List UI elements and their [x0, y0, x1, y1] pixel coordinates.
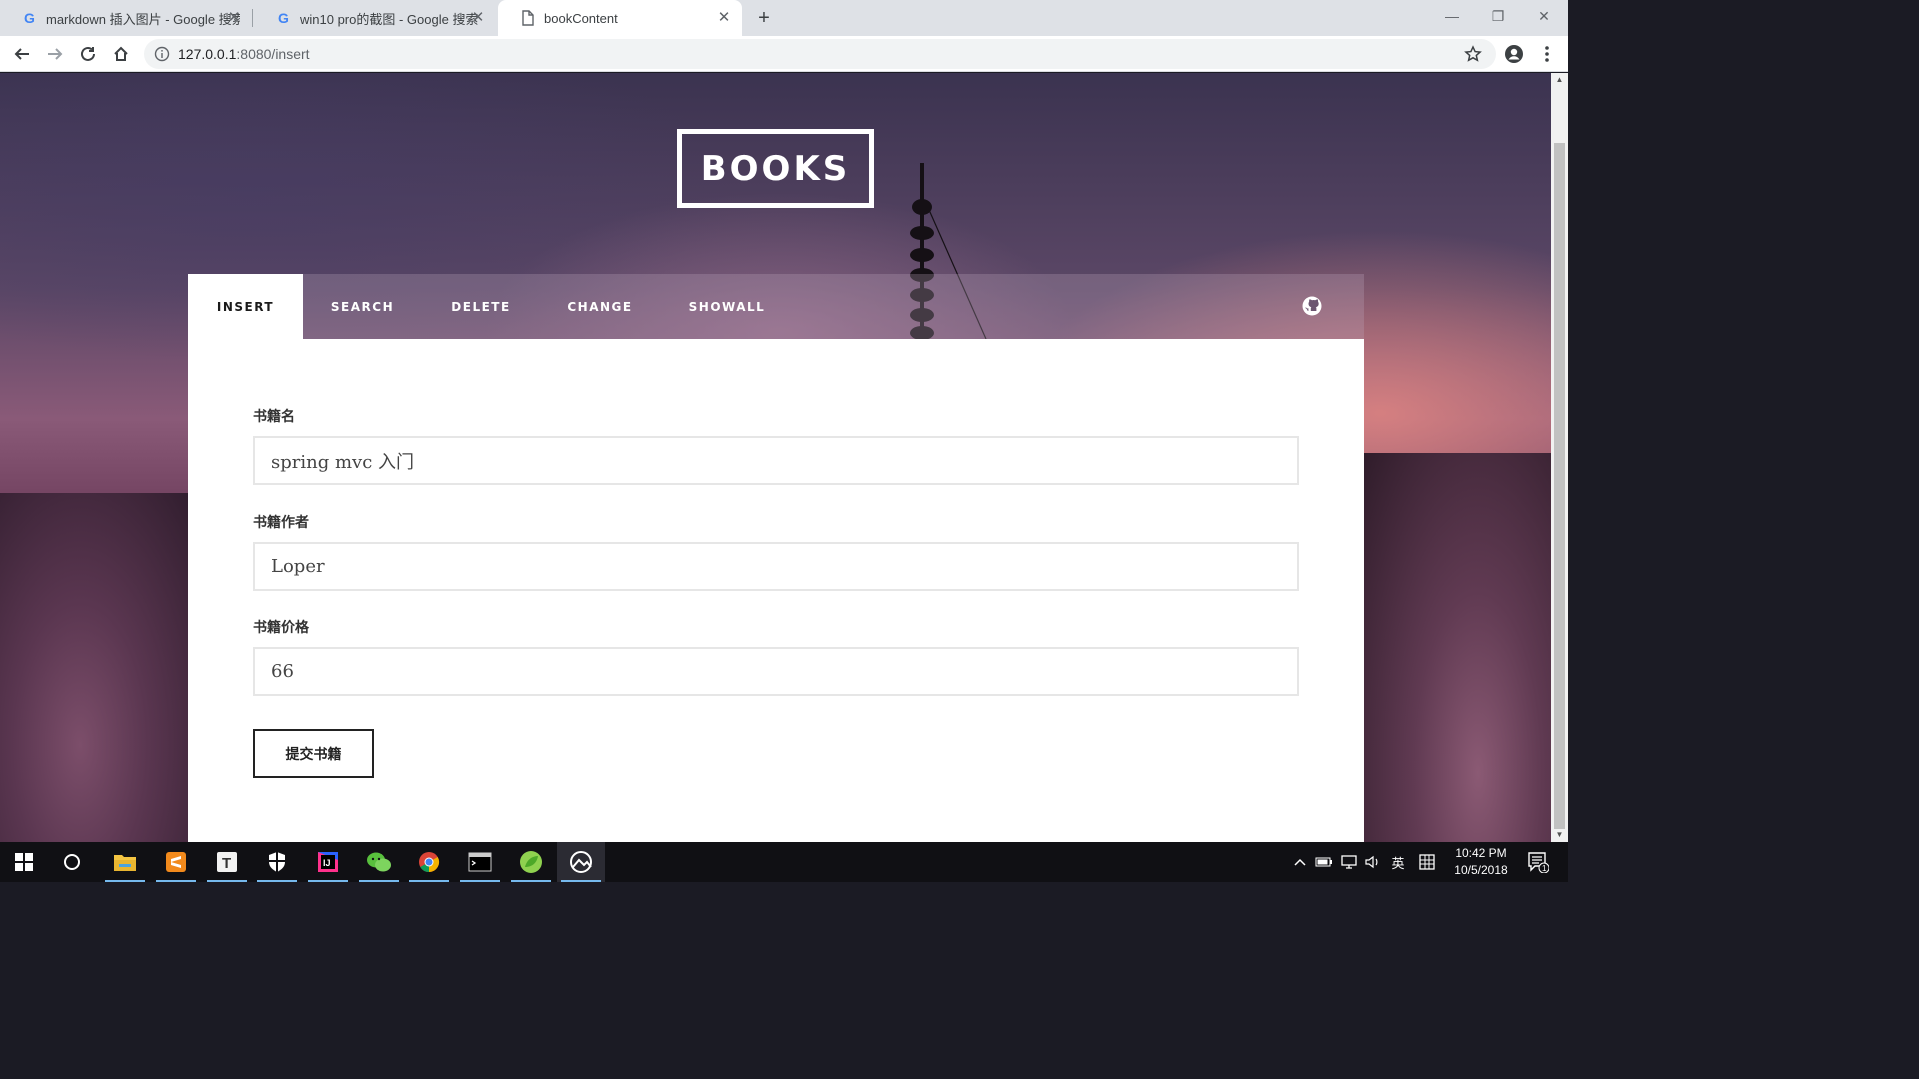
- submit-book-button[interactable]: 提交书籍: [253, 729, 374, 778]
- wechat-icon[interactable]: [355, 842, 403, 882]
- book-author-label: 书籍作者: [253, 515, 309, 531]
- google-icon: G: [22, 10, 38, 26]
- cortana-icon[interactable]: [48, 842, 96, 882]
- browser-toolbar: 127.0.0.1:8080/insert: [0, 36, 1568, 72]
- intellij-icon[interactable]: IJ: [304, 842, 352, 882]
- ime-language-indicator[interactable]: 英: [1386, 842, 1410, 882]
- sublime-text-icon[interactable]: [152, 842, 200, 882]
- leaf-app-icon[interactable]: [507, 842, 555, 882]
- running-indicator: [359, 880, 399, 882]
- restore-window-icon[interactable]: ❐: [1475, 0, 1521, 32]
- bookmark-star-icon[interactable]: [1464, 45, 1482, 63]
- close-tab-icon[interactable]: ✕: [470, 10, 486, 26]
- running-indicator: [105, 880, 145, 882]
- book-name-label: 书籍名: [253, 409, 295, 425]
- minimize-window-icon[interactable]: —: [1429, 0, 1475, 32]
- nav-showall[interactable]: SHOWALL: [660, 274, 794, 339]
- back-icon[interactable]: [8, 40, 36, 68]
- url-text[interactable]: 127.0.0.1:8080/insert: [178, 46, 310, 62]
- book-price-input[interactable]: 66: [253, 647, 1299, 696]
- running-indicator: [207, 880, 247, 882]
- logo-text: BOOKS: [700, 148, 851, 189]
- ime-mode-icon[interactable]: [1414, 842, 1440, 882]
- browser-menu-icon[interactable]: [1533, 40, 1561, 68]
- svg-text:T: T: [222, 855, 231, 872]
- system-clock[interactable]: 10:42 PM 10/5/2018: [1446, 845, 1516, 879]
- running-indicator: [156, 880, 196, 882]
- scroll-up-arrow-icon[interactable]: ▲: [1551, 73, 1568, 87]
- close-tab-icon[interactable]: ✕: [716, 10, 732, 26]
- tab-divider: [252, 9, 253, 27]
- site-logo[interactable]: BOOKS: [677, 129, 874, 208]
- nav-search[interactable]: SEARCH: [303, 274, 422, 339]
- address-bar[interactable]: 127.0.0.1:8080/insert: [144, 39, 1496, 69]
- close-window-icon[interactable]: ✕: [1521, 0, 1567, 32]
- google-icon: G: [276, 10, 292, 26]
- reload-icon[interactable]: [74, 40, 102, 68]
- running-indicator: [561, 880, 601, 882]
- browser-tab-3-active[interactable]: bookContent ✕: [498, 0, 742, 36]
- running-indicator: [460, 880, 500, 882]
- insert-form-panel: 书籍名 spring mvc 入门 书籍作者 Loper 书籍价格 66 提交书…: [188, 339, 1364, 842]
- terminal-icon[interactable]: [456, 842, 504, 882]
- running-indicator: [257, 880, 297, 882]
- browser-tab-strip: G markdown 插入图片 - Google 搜索 ✕ G win10 pr…: [0, 0, 1568, 36]
- book-author-input[interactable]: Loper: [253, 542, 1299, 591]
- background-scenery-left: [0, 493, 200, 842]
- network-icon[interactable]: [1338, 842, 1360, 882]
- browser-tab-1[interactable]: G markdown 插入图片 - Google 搜索 ✕: [0, 0, 252, 36]
- running-indicator: [511, 880, 551, 882]
- close-tab-icon[interactable]: ✕: [226, 10, 242, 26]
- tab-title: bookContent: [544, 10, 618, 26]
- clock-time: 10:42 PM: [1455, 846, 1507, 860]
- url-host: 127.0.0.1: [178, 46, 237, 62]
- document-icon: [520, 10, 536, 26]
- site-info-icon[interactable]: [154, 46, 170, 62]
- main-nav: INSERT SEARCH DELETE CHANGE SHOWALL: [188, 274, 1364, 339]
- show-hidden-icons-chevron-icon[interactable]: [1290, 842, 1310, 882]
- running-indicator: [308, 880, 348, 882]
- shield-icon[interactable]: [253, 842, 301, 882]
- nav-delete[interactable]: DELETE: [422, 274, 540, 339]
- notification-count: 1: [1542, 864, 1547, 873]
- svg-text:G: G: [24, 10, 35, 26]
- scroll-thumb[interactable]: [1554, 143, 1565, 829]
- windows-taskbar: T IJ 英 10:42 PM 10/5/2018 1: [0, 842, 1568, 882]
- tab-title: win10 pro的截图 - Google 搜索: [300, 11, 479, 27]
- browser-tab-2[interactable]: G win10 pro的截图 - Google 搜索 ✕: [254, 0, 496, 36]
- github-icon[interactable]: [1302, 296, 1322, 316]
- new-tab-button[interactable]: +: [752, 6, 776, 30]
- battery-icon[interactable]: [1313, 842, 1335, 882]
- book-name-input[interactable]: spring mvc 入门: [253, 436, 1299, 485]
- chrome-icon[interactable]: [405, 842, 453, 882]
- tab-title: markdown 插入图片 - Google 搜索: [46, 11, 240, 27]
- running-indicator: [409, 880, 449, 882]
- background-scenery-right: [1364, 453, 1551, 842]
- profile-avatar-icon[interactable]: [1500, 40, 1528, 68]
- volume-icon[interactable]: [1362, 842, 1384, 882]
- action-center-icon[interactable]: 1: [1522, 842, 1554, 882]
- url-path: :8080/insert: [236, 46, 310, 62]
- book-price-label: 书籍价格: [253, 620, 309, 636]
- nav-insert[interactable]: INSERT: [188, 274, 303, 339]
- windows-start-icon[interactable]: [0, 842, 48, 882]
- nav-change[interactable]: CHANGE: [540, 274, 660, 339]
- photos-icon[interactable]: [557, 842, 605, 882]
- scroll-down-arrow-icon[interactable]: ▼: [1551, 828, 1568, 842]
- forward-icon[interactable]: [41, 40, 69, 68]
- svg-text:G: G: [278, 10, 289, 26]
- svg-text:IJ: IJ: [323, 858, 331, 868]
- clock-date: 10/5/2018: [1454, 863, 1508, 877]
- home-icon[interactable]: [107, 40, 135, 68]
- file-explorer-icon[interactable]: [101, 842, 149, 882]
- page-viewport: BOOKS INSERT SEARCH DELETE CHANGE SHOWAL…: [0, 73, 1551, 842]
- typora-icon[interactable]: T: [203, 842, 251, 882]
- page-scrollbar[interactable]: ▲ ▼: [1551, 73, 1568, 842]
